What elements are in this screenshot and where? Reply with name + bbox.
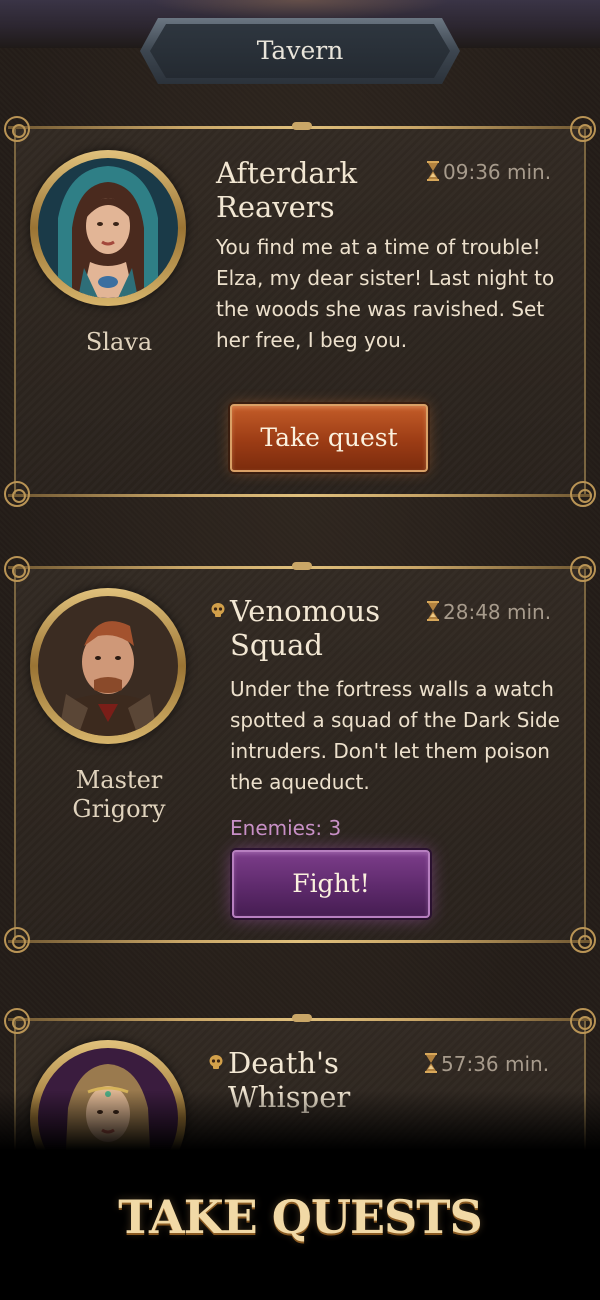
npc-name-line2: Grigory bbox=[72, 795, 166, 823]
npc-name: Slava bbox=[85, 328, 153, 356]
quest-timer: 57:36 min. bbox=[424, 1052, 574, 1078]
skull-icon bbox=[208, 1054, 224, 1070]
hourglass-icon bbox=[424, 1053, 438, 1078]
skull-icon bbox=[210, 602, 226, 618]
timer-text: 28:48 min. bbox=[443, 600, 552, 624]
promo-banner-text: TAKE QUESTS bbox=[118, 1190, 482, 1244]
quest-title-line1: Death's bbox=[228, 1046, 339, 1080]
enemies-count: Enemies: 3 bbox=[230, 816, 342, 840]
npc-portrait-slava[interactable] bbox=[30, 150, 186, 306]
npc-portrait-grigory[interactable] bbox=[30, 588, 186, 744]
quest-title: Afterdark Reavers bbox=[216, 156, 416, 224]
quest-timer: 09:36 min. bbox=[426, 160, 576, 186]
hourglass-icon bbox=[426, 161, 440, 186]
page-title: Tavern bbox=[256, 36, 344, 65]
quest-title-line1: Afterdark bbox=[216, 156, 358, 190]
quest-title: Venomous Squad bbox=[230, 594, 430, 662]
timer-text: 57:36 min. bbox=[441, 1052, 550, 1076]
quest-title-line2: Reavers bbox=[216, 190, 335, 224]
quest-title-line2: Squad bbox=[230, 628, 323, 662]
timer-text: 09:36 min. bbox=[443, 160, 552, 184]
take-quest-button[interactable]: Take quest bbox=[230, 404, 428, 472]
quest-timer: 28:48 min. bbox=[426, 600, 576, 626]
quest-description: Under the fortress walls a watch spotted… bbox=[230, 677, 560, 794]
bottom-fade bbox=[0, 1090, 600, 1150]
quest-title-line1: Venomous bbox=[230, 594, 381, 628]
npc-name: Master Grigory bbox=[34, 766, 204, 824]
fight-button[interactable]: Fight! bbox=[232, 850, 430, 918]
npc-name-line1: Master bbox=[75, 766, 163, 794]
quest-description: You find me at a time of trouble! Elza, … bbox=[216, 235, 555, 352]
hourglass-icon bbox=[426, 601, 440, 626]
